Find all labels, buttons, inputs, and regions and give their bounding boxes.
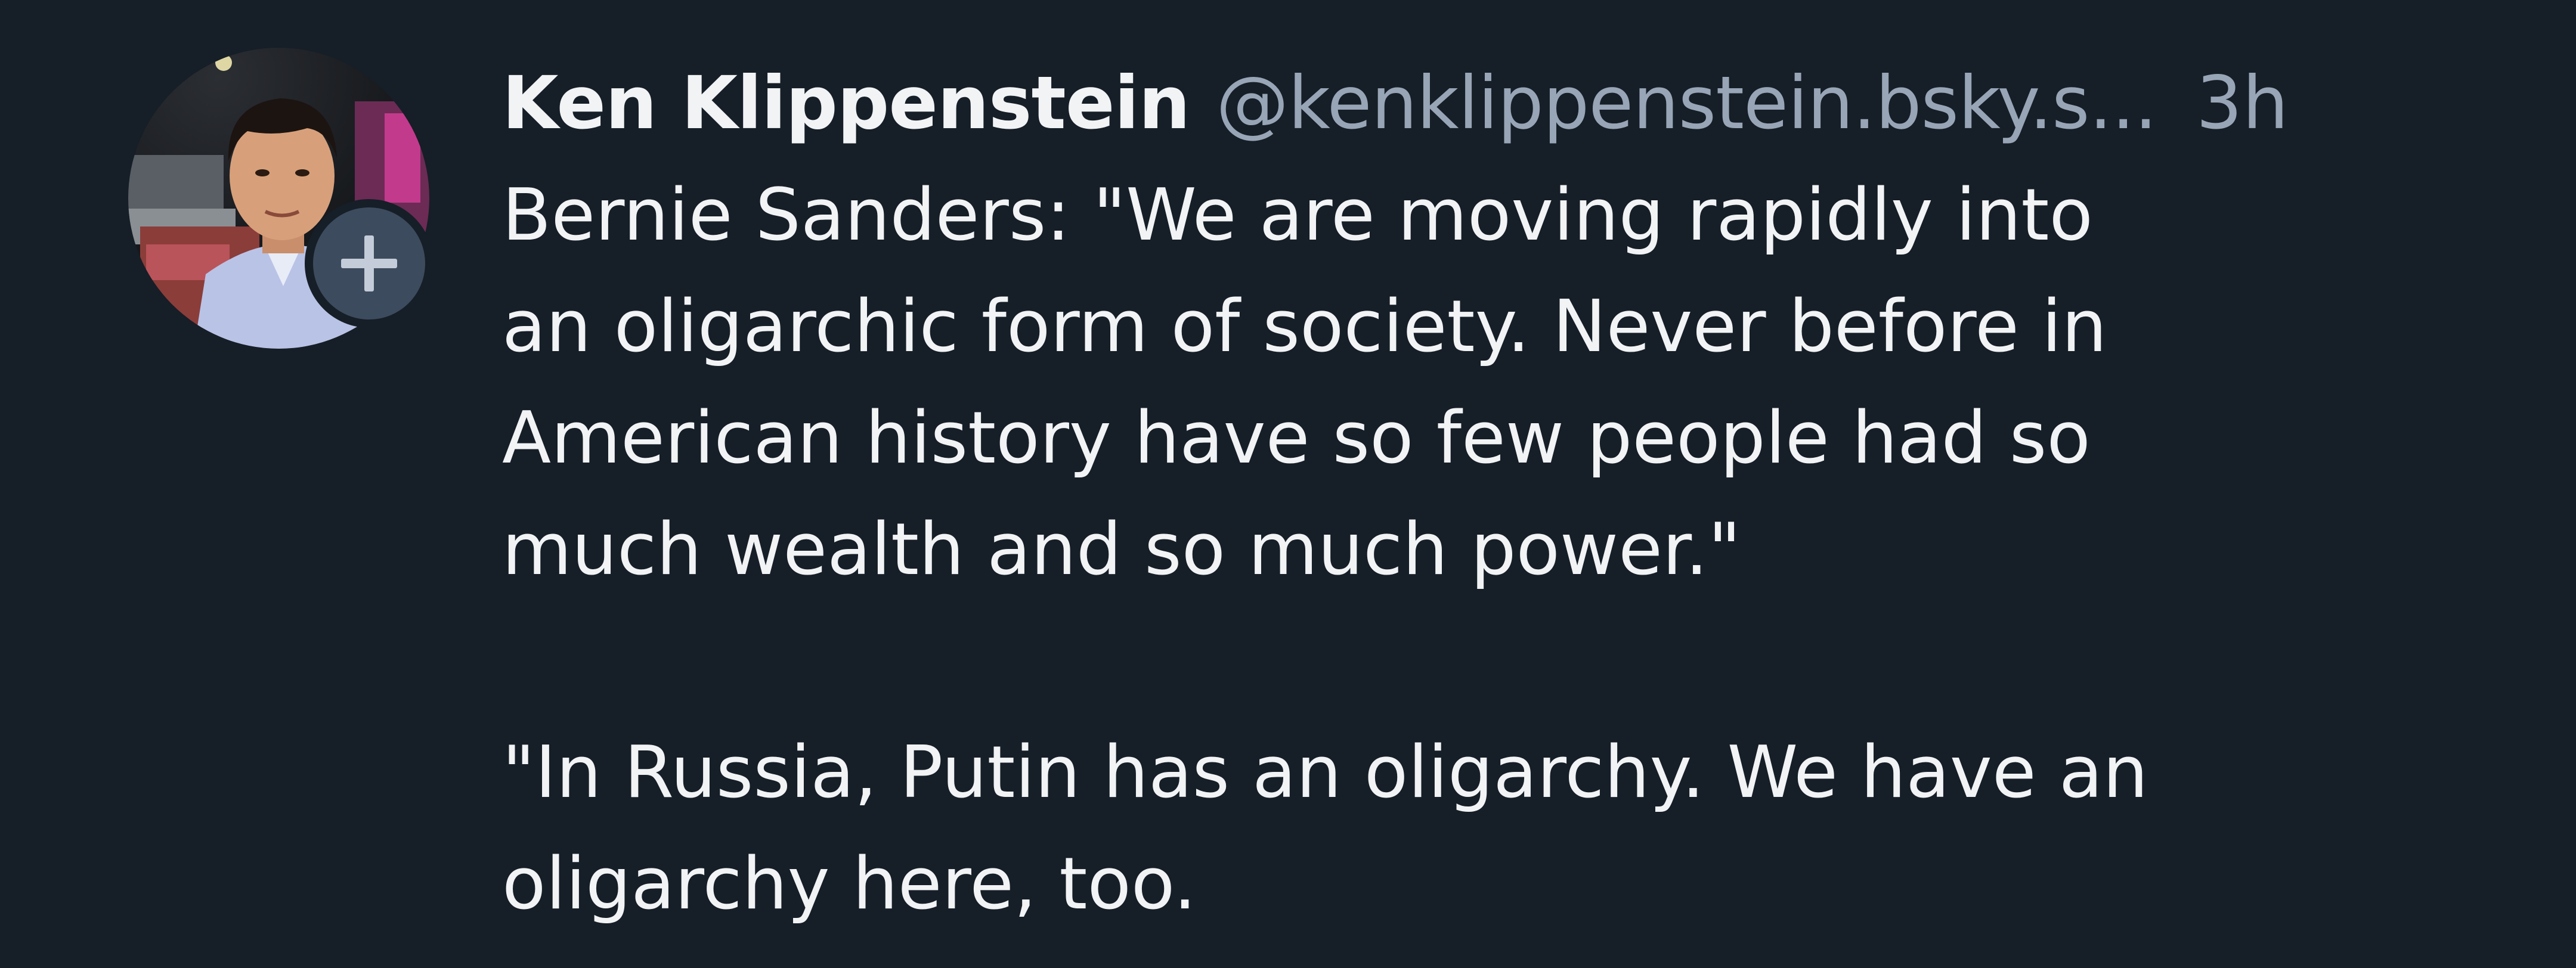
body-line: oligarchy here, too. bbox=[502, 843, 1197, 926]
author-display-name[interactable]: Ken Klippenstein bbox=[502, 52, 1190, 154]
author-handle[interactable]: @kenklippenstein.bsky.s... bbox=[1216, 52, 2157, 154]
post-timestamp[interactable]: 3h bbox=[2196, 52, 2289, 154]
follow-button[interactable] bbox=[305, 199, 434, 328]
body-line: Bernie Sanders: "We are moving rapidly i… bbox=[502, 174, 2093, 257]
post-content: Ken Klippenstein @kenklippenstein.bsky.s… bbox=[502, 52, 2518, 940]
body-line: an oligarchic form of society. Never bef… bbox=[502, 286, 2107, 368]
post-item[interactable]: Ken Klippenstein @kenklippenstein.bsky.s… bbox=[0, 0, 2576, 968]
post-body: Bernie Sanders: "We are moving rapidly i… bbox=[502, 160, 2518, 940]
avatar-container[interactable] bbox=[128, 48, 434, 349]
body-line: "In Russia, Putin has an oligarchy. We h… bbox=[502, 731, 2148, 814]
plus-icon bbox=[313, 207, 425, 319]
body-line: American history have so few people had … bbox=[502, 397, 2091, 480]
body-line: much wealth and so much power." bbox=[502, 508, 1741, 591]
post-header: Ken Klippenstein @kenklippenstein.bsky.s… bbox=[502, 52, 2518, 154]
